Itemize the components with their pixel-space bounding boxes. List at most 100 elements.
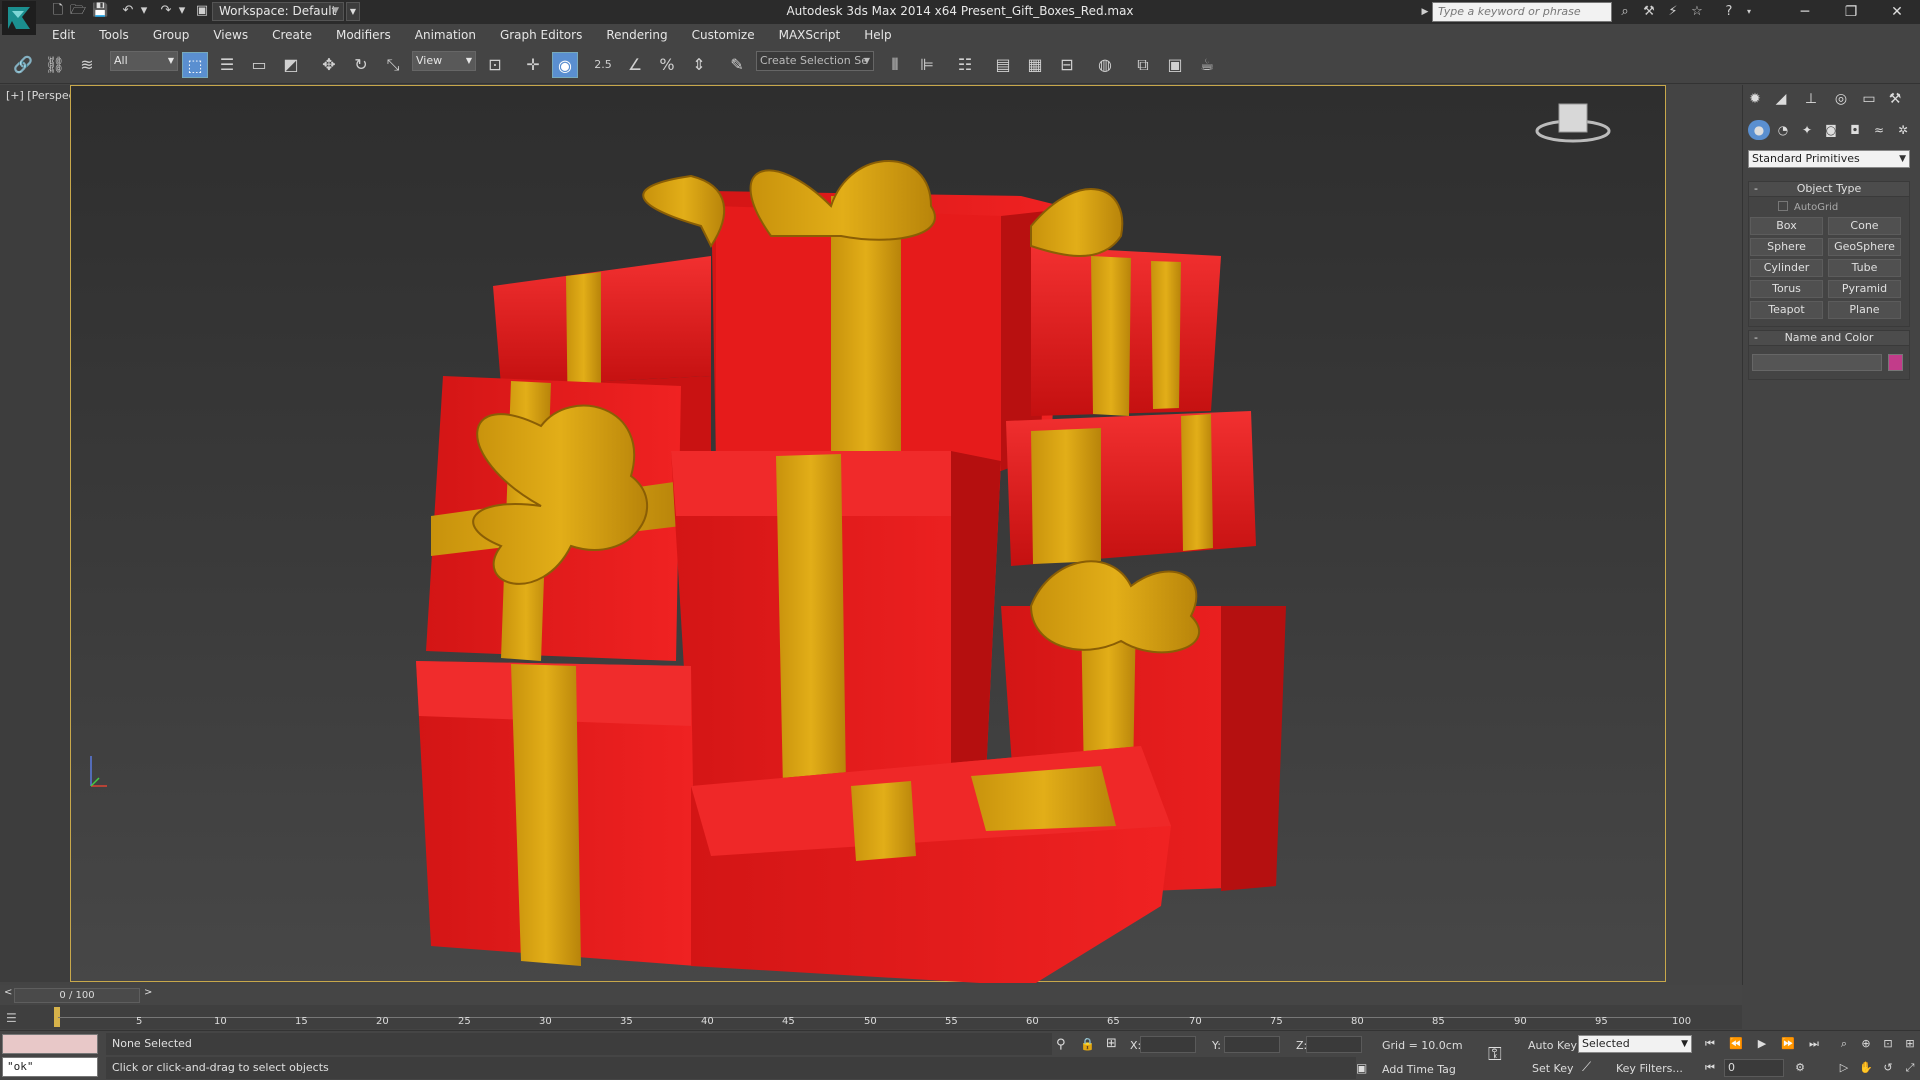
previous-frame-icon[interactable]: ⏪ [1726,1035,1746,1053]
menu-maxscript[interactable]: MAXScript [767,24,853,46]
current-frame-field[interactable]: 0 [1724,1059,1784,1077]
cylinder-button[interactable]: Cylinder [1750,259,1823,277]
new-scene-icon[interactable]: 🗋 [50,3,66,19]
box-button[interactable]: Box [1750,217,1823,235]
isolate-selection-icon[interactable]: ⚲ [1056,1037,1066,1052]
reference-coordinate-dropdown[interactable]: View ▼ [412,51,476,71]
redo-icon[interactable]: ↷ [158,3,174,19]
workspace-extra-dropdown[interactable]: ▼ [346,2,360,21]
percent-snap-icon[interactable]: % [654,52,680,78]
save-file-icon[interactable]: 💾 [92,3,108,19]
maximize-viewport-icon[interactable]: ⤢ [1900,1059,1920,1077]
menu-rendering[interactable]: Rendering [594,24,679,46]
geometry-icon[interactable]: ● [1748,120,1770,140]
redo-dropdown-icon[interactable]: ▾ [174,3,190,19]
material-editor-icon[interactable]: ◍ [1092,52,1118,78]
mirror-icon[interactable]: ⫴ [882,52,908,78]
key-mode-dropdown[interactable]: Selected ▼ [1578,1035,1692,1053]
cone-button[interactable]: Cone [1828,217,1901,235]
link-icon[interactable]: 🔗 [10,52,36,78]
cameras-icon[interactable]: ◙ [1820,120,1842,140]
time-tag-icon[interactable]: ▣ [1356,1061,1367,1075]
object-category-dropdown[interactable]: Standard Primitives ▼ [1748,150,1910,168]
transform-mode-icon[interactable]: ⊞ [1106,1036,1117,1051]
restore-button[interactable]: ❐ [1828,0,1874,24]
render-production-icon[interactable]: ☕ [1194,52,1220,78]
x-coordinate-field[interactable] [1140,1036,1196,1053]
select-manipulate-icon[interactable]: ✛ [520,52,546,78]
z-coordinate-field[interactable] [1306,1036,1362,1053]
menu-animation[interactable]: Animation [403,24,488,46]
undo-icon[interactable]: ↶ [120,3,136,19]
menu-edit[interactable]: Edit [40,24,87,46]
move-icon[interactable]: ✥ [316,52,342,78]
lights-icon[interactable]: ✦ [1796,120,1818,140]
unlink-icon[interactable]: ⛓ [42,52,68,78]
graphite-ribbon-icon[interactable]: ▤ [990,52,1016,78]
app-logo-icon[interactable] [2,1,36,35]
pivot-center-icon[interactable]: ⊡ [482,52,508,78]
menu-group[interactable]: Group [141,24,202,46]
subscription-icon[interactable]: ⚒ [1640,3,1658,21]
scale-icon[interactable]: ⤡ [380,52,406,78]
space-warps-icon[interactable]: ≈ [1868,120,1890,140]
geosphere-button[interactable]: GeoSphere [1828,238,1901,256]
communication-center-icon[interactable]: ⚡ [1664,3,1682,21]
spinner-snap-icon[interactable]: ⇕ [686,52,712,78]
utilities-tab-icon[interactable]: ⚒ [1884,88,1906,110]
systems-icon[interactable]: ✲ [1892,120,1914,140]
time-configuration-icon[interactable]: ⚙ [1790,1059,1810,1077]
zoom-all-icon[interactable]: ⊕ [1856,1035,1876,1053]
perspective-viewport[interactable] [70,85,1666,986]
orbit-icon[interactable]: ↺ [1878,1059,1898,1077]
field-of-view-icon[interactable]: ▷ [1834,1059,1854,1077]
plane-button[interactable]: Plane [1828,301,1901,319]
workspace-dropdown[interactable]: Workspace: Default ▼ [212,2,344,21]
viewcube-icon[interactable] [1535,103,1611,143]
menu-tools[interactable]: Tools [87,24,141,46]
display-tab-icon[interactable]: ▭ [1858,88,1880,110]
maxscript-output[interactable]: "ok" [2,1057,98,1077]
sphere-button[interactable]: Sphere [1750,238,1823,256]
motion-tab-icon[interactable]: ◎ [1830,88,1852,110]
next-frame-icon[interactable]: ⏩ [1778,1035,1798,1053]
go-to-end-icon[interactable]: ⏭ [1804,1035,1824,1053]
pan-view-icon[interactable]: ✋ [1856,1059,1876,1077]
create-tab-icon[interactable]: ✹ [1744,88,1766,110]
autogrid-checkbox[interactable]: AutoGrid [1778,201,1838,213]
helpers-icon[interactable]: ◘ [1844,120,1866,140]
keyword-search-input[interactable]: Type a keyword or phrase [1432,2,1612,22]
slider-prev-icon[interactable]: < [4,987,12,998]
play-icon[interactable]: ▶ [1752,1035,1772,1053]
menu-views[interactable]: Views [201,24,260,46]
rotate-icon[interactable]: ↻ [348,52,374,78]
minimize-button[interactable]: ─ [1782,0,1828,24]
menu-help[interactable]: Help [852,24,903,46]
zoom-extents-all-icon[interactable]: ⊞ [1900,1035,1920,1053]
maxscript-mini-listener[interactable] [2,1034,98,1054]
shapes-icon[interactable]: ◔ [1772,120,1794,140]
auto-key-button[interactable]: Auto Key [1528,1039,1577,1052]
mini-curve-editor-icon[interactable]: ☰ [6,1011,36,1025]
pyramid-button[interactable]: Pyramid [1828,280,1901,298]
snaps-toggle-icon[interactable]: 2.5 [590,52,616,78]
key-tangent-icon[interactable]: ⟋ [1582,1060,1591,1075]
y-coordinate-field[interactable] [1224,1036,1280,1053]
curve-editor-icon[interactable]: ▦ [1022,52,1048,78]
add-time-tag-button[interactable]: Add Time Tag [1382,1063,1456,1076]
binoculars-icon[interactable]: ⌕ [1616,3,1634,21]
object-color-swatch[interactable] [1888,354,1903,371]
set-key-button[interactable]: Set Key [1532,1062,1574,1075]
tube-button[interactable]: Tube [1828,259,1901,277]
go-to-start-icon[interactable]: ⏮ [1700,1035,1720,1053]
close-button[interactable]: ✕ [1874,0,1920,24]
selection-lock-icon[interactable]: 🔒 [1080,1037,1095,1051]
select-object-icon[interactable]: ⬚ [182,52,208,78]
menu-modifiers[interactable]: Modifiers [324,24,403,46]
window-crossing-icon[interactable]: ◩ [278,52,304,78]
key-mode-toggle-icon[interactable]: ⏮ [1700,1059,1720,1077]
keyboard-shortcut-override-icon[interactable]: ◉ [552,52,578,78]
hierarchy-tab-icon[interactable]: ⊥ [1800,88,1822,110]
named-selection-sets-dropdown[interactable]: Create Selection Se ▼ [756,51,874,71]
teapot-button[interactable]: Teapot [1750,301,1823,319]
